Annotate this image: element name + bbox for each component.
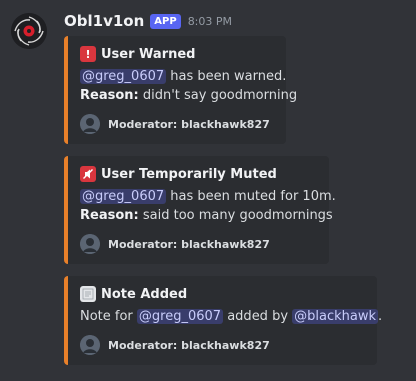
embed-description: @greg_0607 has been warned.: [80, 67, 286, 86]
footer-text: Moderator: blackhawk827: [108, 117, 270, 131]
embed-title-text: User Temporarily Muted: [101, 166, 277, 182]
embed-title-text: User Warned: [101, 46, 196, 62]
user-mention[interactable]: @greg_0607: [80, 69, 167, 84]
description-middle: added by: [227, 309, 289, 324]
embed-description: Note for @greg_0607 added by @blackhawk.: [80, 307, 382, 326]
embed-description: @greg_0607 has been muted for 10m.: [80, 187, 336, 206]
description-text: has been muted for 10m.: [170, 189, 336, 204]
app-badge: APP: [150, 13, 181, 29]
user-mention[interactable]: @greg_0607: [136, 309, 224, 324]
description-suffix: .: [378, 309, 383, 324]
reason-text: didn't say goodmorning: [142, 88, 298, 103]
embed-title: Note Added: [80, 285, 365, 303]
embed-title-text: Note Added: [101, 286, 188, 302]
description-prefix: Note for: [80, 309, 133, 324]
embed-reason: Reason: said too many goodmornings: [80, 206, 333, 225]
footer-text: Moderator: blackhawk827: [108, 237, 270, 251]
embed-title: User Temporarily Muted: [80, 165, 317, 183]
user-mention[interactable]: @greg_0607: [80, 189, 167, 204]
reason-label: Reason:: [80, 88, 139, 103]
embed-footer: Moderator: blackhawk827: [80, 335, 365, 355]
moderator-mention[interactable]: @blackhawk: [292, 309, 379, 324]
embed-reason: Reason: didn't say goodmorning: [80, 86, 297, 105]
message-timestamp[interactable]: 8:03 PM: [188, 15, 232, 28]
embed-title: ! User Warned: [80, 45, 274, 63]
bot-username[interactable]: Obl1v1on: [64, 12, 144, 30]
embed-note-added: Note Added Note for @greg_0607 added by …: [64, 276, 382, 365]
moderator-avatar: [80, 335, 100, 355]
reason-text: said too many goodmornings: [142, 208, 333, 223]
note-icon: [80, 286, 96, 302]
description-text: has been warned.: [170, 69, 287, 84]
reason-label: Reason:: [80, 208, 139, 223]
embed-footer: Moderator: blackhawk827: [80, 234, 317, 254]
message-header: Obl1v1on APP 8:03 PM: [64, 11, 232, 31]
embed-footer: Moderator: blackhawk827: [80, 114, 274, 134]
oblivion-spiral-logo-icon: [11, 13, 47, 49]
footer-text: Moderator: blackhawk827: [108, 338, 270, 352]
moderator-avatar: [80, 234, 100, 254]
bot-avatar[interactable]: [11, 13, 47, 49]
exclamation-icon: !: [80, 46, 96, 62]
muted-speaker-icon: [80, 166, 96, 182]
embed-user-warned: ! User Warned @greg_0607 has been warned…: [64, 36, 297, 144]
embed-user-muted: User Temporarily Muted @greg_0607 has be…: [64, 156, 336, 264]
moderator-avatar: [80, 114, 100, 134]
